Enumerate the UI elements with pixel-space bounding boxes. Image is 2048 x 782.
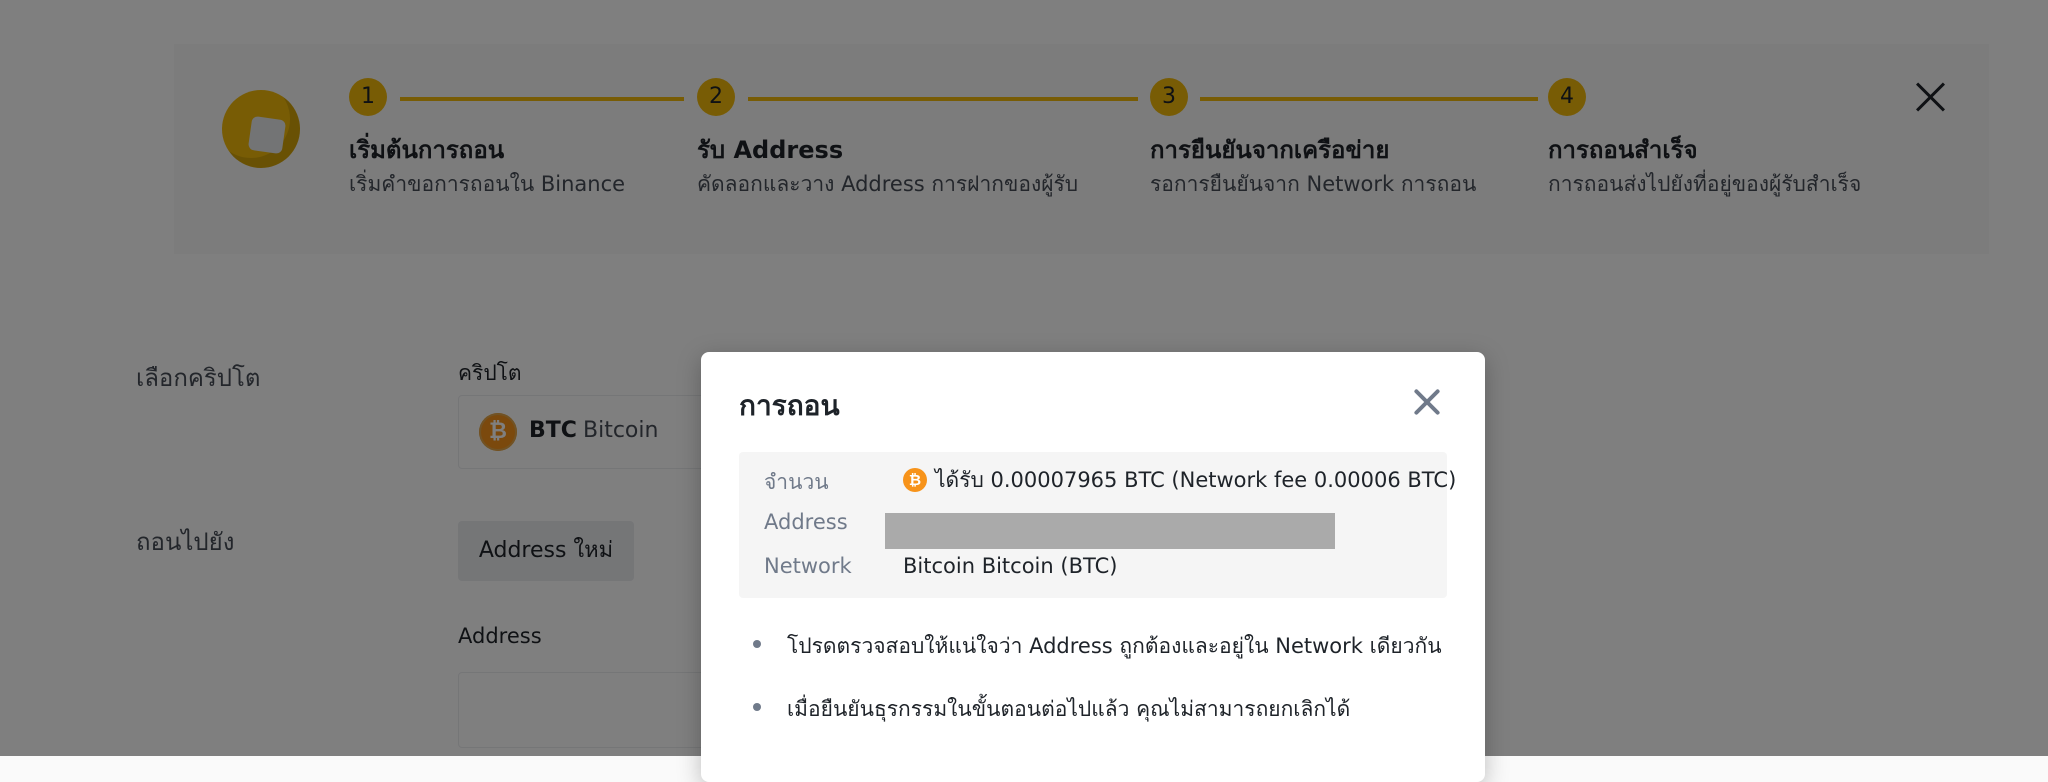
network-label: Network [764,554,852,578]
address-label: Address [764,510,848,534]
withdraw-confirm-modal: การถอน จำนวน ₿ ได้รับ 0.00007965 BTC (Net… [701,352,1485,782]
network-value: Bitcoin Bitcoin (BTC) [903,554,1118,578]
amount-label: จำนวน [764,470,829,494]
amount-value-row: ₿ ได้รับ 0.00007965 BTC (Network fee 0.00… [903,464,1456,497]
note-item: โปรดตรวจสอบให้แน่ใจว่า Address ถูกต้องแล… [751,630,1451,663]
withdraw-summary: จำนวน ₿ ได้รับ 0.00007965 BTC (Network fe… [739,452,1456,598]
amount-value: ได้รับ 0.00007965 BTC (Network fee 0.000… [935,468,1457,492]
withdraw-notes: โปรดตรวจสอบให้แน่ใจว่า Address ถูกต้องแล… [751,630,1451,756]
bitcoin-icon: ₿ [903,468,927,492]
address-redacted [885,513,1335,549]
modal-close-icon[interactable] [1413,388,1441,416]
modal-title: การถอน [739,389,840,422]
note-item: เมื่อยืนยันธุรกรรมในขั้นตอนต่อไปแล้ว คุณ… [751,693,1451,726]
